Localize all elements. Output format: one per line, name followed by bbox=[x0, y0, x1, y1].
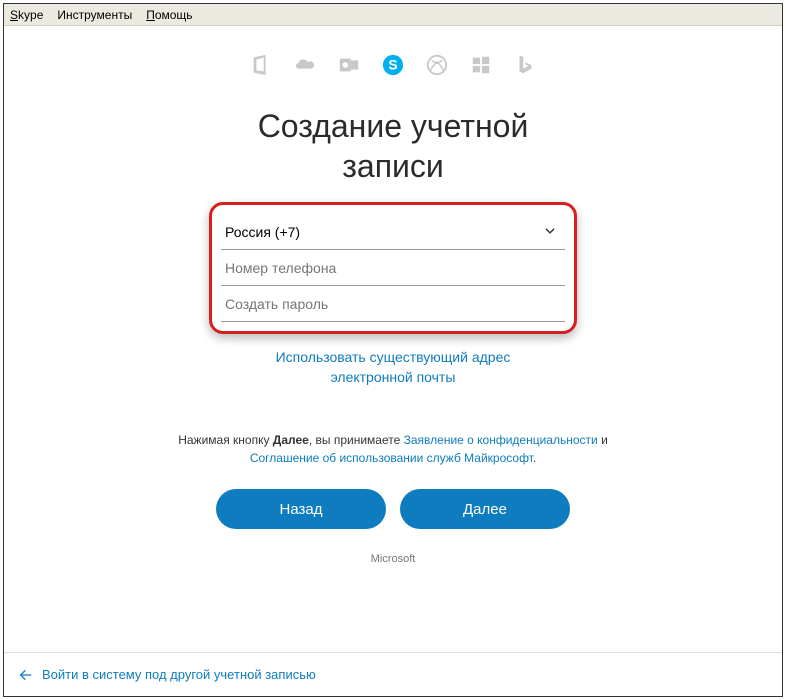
button-row: Назад Далее bbox=[4, 489, 782, 529]
xbox-icon bbox=[426, 54, 448, 76]
footer: Войти в систему под другой учетной запис… bbox=[4, 652, 782, 696]
svg-text:S: S bbox=[388, 58, 397, 73]
menu-help[interactable]: Помощь bbox=[146, 8, 192, 22]
page-title: Создание учетнойзаписи bbox=[4, 106, 782, 186]
microsoft-label: Microsoft bbox=[4, 553, 782, 565]
tos-link[interactable]: Соглашение об использовании служб Майкро… bbox=[250, 451, 533, 465]
ms-services-row: S bbox=[4, 54, 782, 76]
phone-input[interactable] bbox=[221, 250, 565, 286]
onedrive-icon bbox=[294, 54, 316, 76]
content-area: S Создание учетнойзаписи Россия (+7) bbox=[4, 26, 782, 696]
privacy-link[interactable]: Заявление о конфиденциальности bbox=[404, 433, 598, 447]
menubar: Skype Инструменты Помощь bbox=[4, 4, 782, 26]
outlook-icon bbox=[338, 54, 360, 76]
menu-skype[interactable]: Skype bbox=[10, 8, 43, 22]
switch-account-link[interactable]: Войти в систему под другой учетной запис… bbox=[18, 667, 316, 683]
menu-tools[interactable]: Инструменты bbox=[57, 8, 132, 22]
bing-icon bbox=[514, 54, 536, 76]
legal-text: Нажимая кнопку Далее, вы принимаете Заяв… bbox=[4, 431, 782, 467]
country-value: Россия (+7) bbox=[225, 224, 300, 240]
arrow-left-icon bbox=[18, 667, 34, 683]
country-select[interactable]: Россия (+7) bbox=[221, 214, 565, 250]
chevron-down-icon bbox=[543, 223, 557, 240]
skype-icon: S bbox=[382, 54, 404, 76]
back-button[interactable]: Назад bbox=[216, 489, 386, 529]
password-input[interactable] bbox=[221, 286, 565, 322]
form-container: Россия (+7) bbox=[221, 210, 565, 326]
windows-icon bbox=[470, 54, 492, 76]
next-button[interactable]: Далее bbox=[400, 489, 570, 529]
office-icon bbox=[250, 54, 272, 76]
use-email-link[interactable]: Использовать существующий адресэлектронн… bbox=[4, 348, 782, 387]
